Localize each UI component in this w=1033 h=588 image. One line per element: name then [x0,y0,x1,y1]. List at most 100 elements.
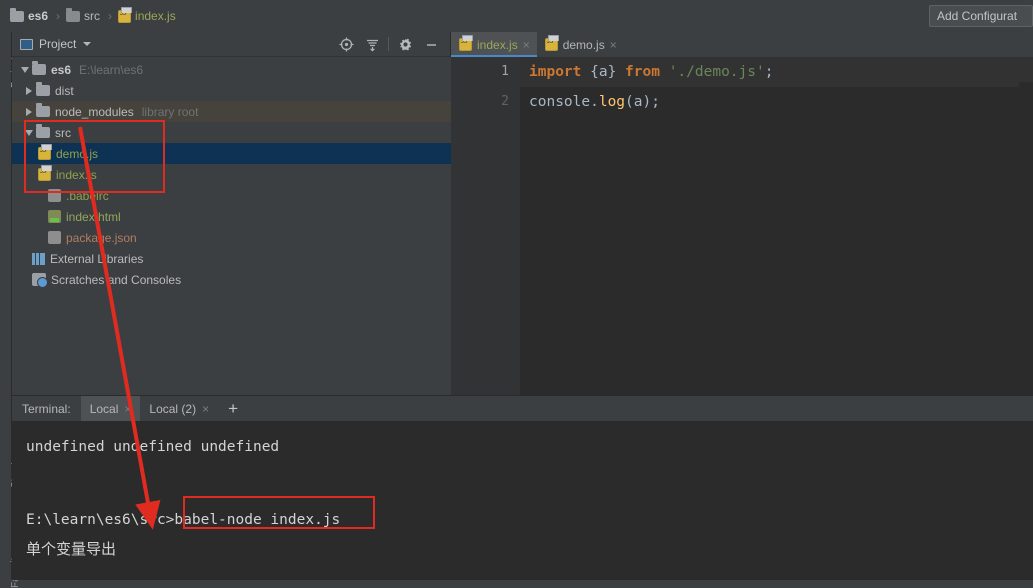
token-function: log [598,94,626,110]
top-navigation-bar: es6 › src › index.js Add Configurat [0,0,1033,32]
editor-area: index.js × demo.js × 1 2 import {a} from… [451,32,1033,420]
breadcrumb-label: index.js [135,9,176,23]
js-file-icon [459,35,473,51]
token-args: (a); [625,94,660,110]
chevron-right-icon[interactable] [22,80,36,101]
js-file-icon [118,6,133,23]
folder-icon [66,7,81,22]
folder-icon [36,103,50,117]
close-icon[interactable]: × [610,39,617,51]
external-libraries-icon [32,252,45,265]
terminal-tab-local[interactable]: Local × [80,396,141,421]
tree-node-es6[interactable]: es6 E:\learn\es6 [12,59,451,80]
terminal-tab-local-2[interactable]: Local (2) × [140,396,218,421]
project-panel-title: Project [39,37,77,51]
breadcrumb-item-index-js[interactable]: index.js [116,0,178,32]
editor-tab-index-js[interactable]: index.js × [451,32,537,57]
line-number: 2 [501,94,509,109]
line-number: 1 [501,64,509,79]
code-editor[interactable]: 1 2 import {a} from './demo.js'; console… [451,57,1033,420]
html-file-icon [48,210,61,223]
tree-node-label: src [55,125,71,140]
terminal-line: undefined undefined undefined [26,439,280,455]
tree-node-label: Scratches and Consoles [51,272,182,287]
tree-node-label: index.js [56,167,97,182]
tree-node-badge: library root [141,104,199,119]
collapse-all-icon[interactable] [359,32,385,57]
breadcrumb-label: src [84,9,101,23]
editor-scrollbar[interactable] [1019,82,1033,420]
folder-icon [36,124,50,138]
tree-node-demo-js[interactable]: demo.js [12,143,451,164]
tree-node-label: es6 [51,62,72,77]
terminal-title: Terminal: [22,401,71,416]
project-tool-window: Project es6 E:\learn\es6 dist node_modul… [12,32,451,395]
ide-window: es6 › src › index.js Add Configurat Proj… [0,0,1033,588]
new-terminal-tab-button[interactable]: + [218,400,248,417]
close-icon[interactable]: × [523,39,530,51]
terminal-prompt-line: E:\learn\es6\src>babel-node index.js [26,512,341,528]
project-icon [20,38,33,50]
terminal-tab-label: Local (2) [149,401,197,416]
minimize-icon[interactable] [418,32,444,57]
token-semicolon: ; [764,64,774,80]
gear-icon[interactable] [392,32,418,57]
tree-node-label: External Libraries [50,251,144,266]
tree-node-index-html[interactable]: index.html [12,206,451,227]
tree-node-src[interactable]: src [12,122,451,143]
token-string: './demo.js' [668,64,765,80]
breadcrumb-label: es6 [28,9,49,23]
project-panel-header: Project [12,32,450,57]
breadcrumb-separator-icon: › [56,9,61,23]
editor-tab-bar: index.js × demo.js × [451,32,1033,57]
chevron-down-icon[interactable] [83,42,92,46]
tree-node-label: dist [55,83,74,98]
left-tool-window-bar: Project Structure Favorites [0,32,21,588]
close-icon[interactable]: × [202,402,209,416]
tree-node-label: node_modules [55,104,134,119]
tree-node-node-modules[interactable]: node_modules library root [12,101,451,122]
locate-icon[interactable] [333,32,359,57]
breadcrumb-separator-icon: › [108,9,113,23]
add-configuration-button[interactable]: Add Configurat [929,5,1033,27]
project-panel-toolbar [333,32,450,57]
line-number-gutter: 1 2 [451,57,520,395]
tree-node-babelrc[interactable]: .babelrc [12,185,451,206]
tree-node-scratches-and-consoles[interactable]: Scratches and Consoles [12,269,451,290]
terminal-tab-bar: Terminal: Local × Local (2) × + [12,396,1033,421]
breadcrumb-item-src[interactable]: src [64,0,102,32]
terminal-output[interactable]: undefined undefined undefined E:\learn\e… [12,421,1033,580]
toolbar-divider [388,37,389,51]
js-file-icon [38,165,52,181]
project-tree[interactable]: es6 E:\learn\es6 dist node_modules libra… [12,57,451,395]
token-object: console. [529,94,599,110]
code-line-1[interactable]: import {a} from './demo.js'; [520,57,1033,87]
close-icon[interactable]: × [124,402,131,416]
tree-node-package-json[interactable]: package.json [12,227,451,248]
js-file-icon [38,144,52,160]
code-line-2[interactable]: console.log(a); [520,87,1033,117]
terminal-tool-window: Terminal: Local × Local (2) × + undefine… [12,395,1033,580]
tree-node-label: package.json [66,230,137,245]
tree-node-external-libraries[interactable]: External Libraries [12,248,451,269]
code-text[interactable]: import {a} from './demo.js'; console.log… [520,57,1033,395]
editor-tab-filler [623,32,1033,57]
js-file-icon [544,35,559,51]
editor-tab-demo-js[interactable]: demo.js × [537,32,624,57]
editor-tab-label: demo.js [562,37,605,52]
tree-node-dist[interactable]: dist [12,80,451,101]
breadcrumb: es6 › src › index.js [0,0,178,32]
json-file-icon [48,231,61,244]
chevron-right-icon[interactable] [22,101,36,122]
folder-icon [36,82,50,96]
folder-icon [32,61,46,75]
scratches-icon [32,273,48,288]
chevron-down-icon[interactable] [18,59,32,80]
tree-node-label: index.html [66,209,121,224]
terminal-line: 单个变量导出 [26,540,117,558]
tree-node-index-js[interactable]: index.js [12,164,451,185]
chevron-down-icon[interactable] [22,122,36,143]
tree-node-label: .babelrc [66,188,109,203]
